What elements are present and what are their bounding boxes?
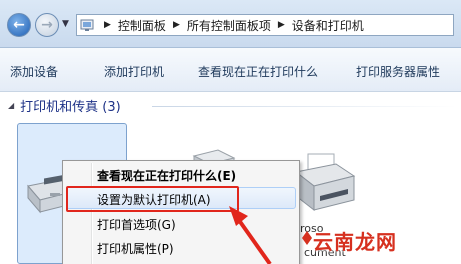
command-bar: 添加设备 添加打印机 查看现在正在打印什么 打印服务器属性 <box>0 48 461 92</box>
watermark-logo-icon <box>302 231 312 245</box>
breadcrumb-separator: ▶ <box>172 20 180 30</box>
add-printer-button[interactable]: 添加打印机 <box>104 63 164 80</box>
back-arrow-icon[interactable]: ← <box>7 13 31 37</box>
breadcrumb-all-control-panel-items[interactable]: 所有控制面板项 <box>186 17 272 34</box>
watermark-text: 云南龙网 <box>313 230 397 254</box>
address-bar: ← → ▼ ▶ 控制面板 ▶ 所有控制面板项 ▶ 设备和打印机 <box>0 0 461 48</box>
breadcrumb-separator: ▶ <box>277 20 285 30</box>
breadcrumb-separator: ▶ <box>104 20 111 30</box>
annotation-highlight-box <box>66 186 239 212</box>
breadcrumb-control-panel[interactable]: 控制面板 <box>117 17 167 34</box>
menu-item-printer-properties[interactable]: 打印机属性(P) <box>97 240 174 257</box>
menu-item-printing-preferences[interactable]: 打印首选项(G) <box>97 216 176 233</box>
print-server-properties-button[interactable]: 打印服务器属性 <box>356 63 440 80</box>
forward-arrow-icon[interactable]: → <box>35 13 59 37</box>
printers-and-faxes-group-header[interactable]: ◢ 打印机和传真 (3) <box>8 96 121 115</box>
printer-icon[interactable] <box>290 152 360 222</box>
menu-item-see-whats-printing[interactable]: 查看现在正在打印什么(E) <box>97 167 236 184</box>
printer-context-menu: 查看现在正在打印什么(E) 设置为默认打印机(A) 打印首选项(G) 打印机属性… <box>62 160 300 264</box>
breadcrumb[interactable]: ▶ 控制面板 ▶ 所有控制面板项 ▶ 设备和打印机 <box>76 14 454 36</box>
group-title: 打印机和传真 (3) <box>20 100 121 115</box>
control-panel-icon <box>78 15 98 35</box>
recent-pages-dropdown-icon[interactable]: ▼ <box>62 19 69 29</box>
breadcrumb-devices-and-printers[interactable]: 设备和打印机 <box>291 17 365 34</box>
group-divider <box>152 106 457 107</box>
add-device-button[interactable]: 添加设备 <box>10 63 58 80</box>
see-whats-printing-button[interactable]: 查看现在正在打印什么 <box>198 63 318 80</box>
collapse-triangle-icon[interactable]: ◢ <box>8 101 14 110</box>
